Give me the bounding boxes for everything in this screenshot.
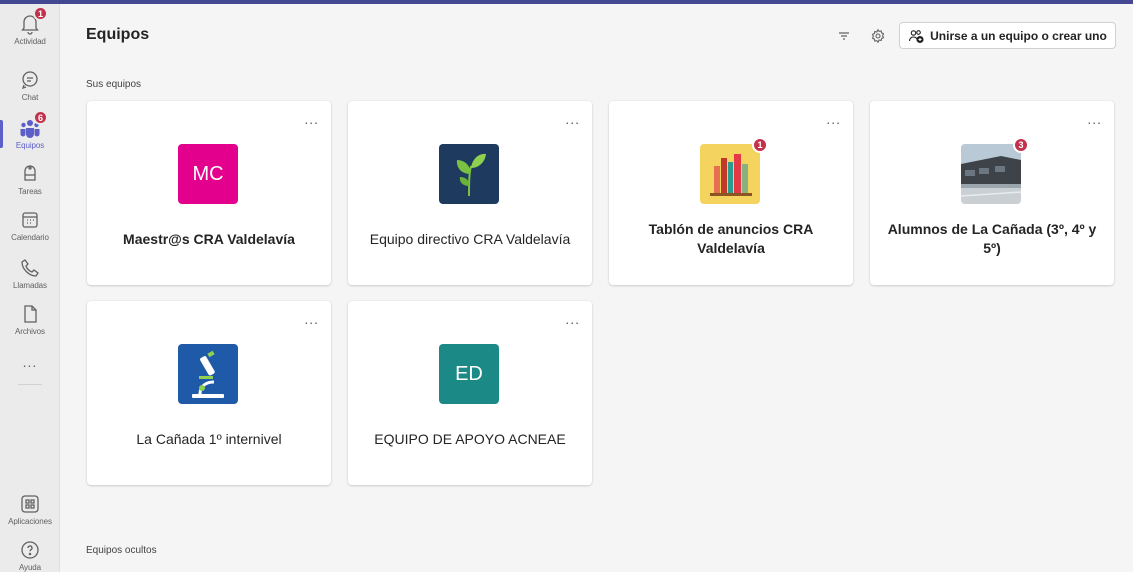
rail-item-label: Archivos — [15, 327, 45, 336]
rail-item-calendar[interactable]: Calendario — [0, 206, 60, 252]
bell-icon: 1 — [18, 6, 48, 36]
rail-item-chat[interactable]: Chat — [0, 66, 60, 112]
filter-icon[interactable] — [834, 26, 854, 46]
team-card[interactable]: ... Equipo directivo CRA Valdelavía — [348, 101, 592, 285]
rail-item-label: Equipos — [15, 141, 45, 150]
assignments-icon — [18, 162, 42, 186]
rail-item-label: Aplicaciones — [8, 517, 52, 526]
team-card[interactable]: ... 1 Tablón de anuncios CRA Valdelavía — [609, 101, 853, 285]
rail-item-apps[interactable]: Aplicaciones — [0, 490, 60, 536]
team-avatar: ED — [439, 344, 499, 404]
rail-item-calls[interactable]: Llamadas — [0, 254, 60, 300]
rail-item-label: Llamadas — [13, 281, 47, 290]
rail-item-assignments[interactable]: Tareas — [0, 160, 60, 206]
microscope-image — [178, 344, 238, 404]
rail-item-help[interactable]: Ayuda — [0, 536, 60, 572]
join-or-create-team-button[interactable]: Unirse a un equipo o crear uno — [899, 22, 1116, 49]
school-building-image — [961, 144, 1021, 204]
more-options-icon[interactable]: ... — [304, 111, 319, 127]
top-accent-bar — [0, 0, 1133, 4]
your-teams-heading: Sus equipos — [86, 79, 142, 90]
app-rail: 1 Actividad Chat 6 Equipos Tareas Calend… — [0, 4, 60, 572]
leaf-image — [439, 144, 499, 204]
activity-badge: 1 — [33, 6, 48, 21]
team-name: Maestr@s CRA Valdelavía — [123, 230, 295, 247]
team-card[interactable]: ... La Cañada 1º internivel — [87, 301, 331, 485]
rail-item-label: Actividad — [14, 37, 46, 46]
help-icon — [18, 538, 42, 562]
team-avatar — [439, 144, 499, 204]
join-button-label: Unirse a un equipo o crear uno — [930, 28, 1107, 43]
rail-item-activity[interactable]: 1 Actividad — [0, 6, 60, 56]
rail-divider — [18, 384, 42, 385]
team-initials: MC — [192, 162, 224, 185]
books-image — [700, 144, 760, 204]
team-card[interactable]: ... MC Maestr@s CRA Valdelavía — [87, 101, 331, 285]
rail-item-label: Chat — [21, 93, 39, 102]
team-avatar: 1 — [700, 137, 768, 204]
unread-badge: 3 — [1013, 137, 1029, 153]
hidden-teams-heading[interactable]: Equipos ocultos — [86, 545, 157, 556]
team-card[interactable]: ... ED EQUIPO DE APOYO ACNEAE — [348, 301, 592, 485]
add-people-icon — [909, 29, 924, 43]
calendar-icon — [18, 208, 42, 232]
more-options-icon[interactable]: ... — [304, 311, 319, 327]
apps-icon — [18, 492, 42, 516]
rail-item-files[interactable]: Archivos — [0, 300, 60, 346]
page-title: Equipos — [86, 26, 150, 43]
team-name: Tablón de anuncios CRA Valdelavía — [648, 221, 814, 256]
rail-item-teams[interactable]: 6 Equipos — [0, 110, 60, 160]
rail-item-label: Calendario — [11, 233, 49, 242]
more-options-icon[interactable]: ... — [565, 111, 580, 127]
gear-icon[interactable] — [868, 26, 888, 46]
teams-icon: 6 — [18, 110, 48, 140]
team-avatar — [178, 344, 238, 404]
more-options-icon[interactable]: ... — [1087, 111, 1102, 127]
more-apps-ellipsis[interactable]: ... — [0, 354, 60, 370]
team-initials: ED — [455, 362, 483, 385]
file-icon — [18, 302, 42, 326]
team-name: Alumnos de La Cañada (3º, 4º y 5º) — [887, 221, 1097, 256]
team-avatar: 3 — [961, 137, 1029, 204]
chat-icon — [18, 68, 42, 92]
team-card[interactable]: ... 3 Alumnos de La Cañada (3º, 4º y 5º) — [870, 101, 1114, 285]
more-options-icon[interactable]: ... — [565, 311, 580, 327]
team-name: La Cañada 1º internivel — [136, 430, 282, 447]
phone-icon — [18, 256, 42, 280]
teams-badge: 6 — [33, 110, 48, 125]
more-options-icon[interactable]: ... — [826, 111, 841, 127]
team-name: Equipo directivo CRA Valdelavía — [369, 230, 571, 247]
team-avatar: MC — [178, 144, 238, 204]
rail-item-label: Ayuda — [18, 563, 42, 572]
team-name: EQUIPO DE APOYO ACNEAE — [374, 430, 566, 447]
rail-item-label: Tareas — [18, 187, 42, 196]
unread-badge: 1 — [752, 137, 768, 153]
